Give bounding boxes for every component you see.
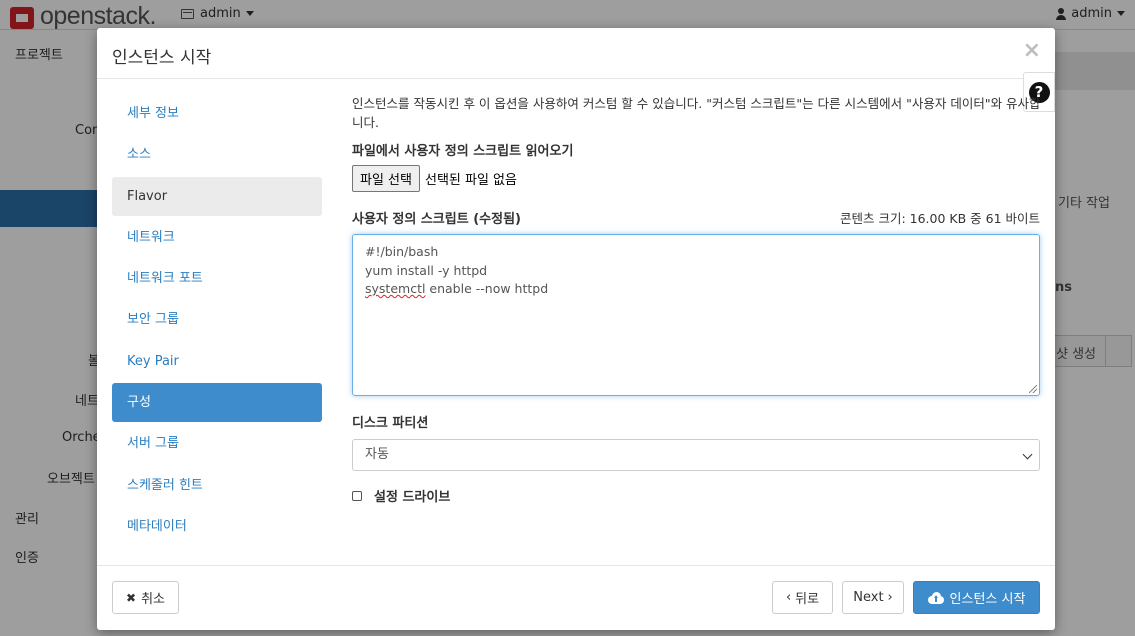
- config-drive-checkbox[interactable]: [352, 490, 362, 501]
- chevron-down-icon: [1022, 449, 1033, 460]
- misspelled-word: systemctl: [365, 281, 426, 296]
- wizard-step-key-pair[interactable]: Key Pair: [112, 342, 322, 381]
- chevron-left-icon: ‹: [785, 590, 792, 605]
- wizard-step-server-groups[interactable]: 서버 그룹: [112, 424, 322, 463]
- script-header-row: 사용자 정의 스크립트 (수정됨) 콘텐츠 크기: 16.00 KB 중 61 …: [352, 208, 1040, 227]
- content-size-text: 콘텐츠 크기: 16.00 KB 중 61 바이트: [839, 211, 1040, 226]
- launch-instance-button[interactable]: 인스턴스 시작: [913, 581, 1040, 614]
- custom-script-textarea[interactable]: #!/bin/bash yum install -y httpd systemc…: [352, 234, 1040, 396]
- disk-partition-value: 자동: [365, 447, 389, 462]
- back-label: 뒤로: [795, 592, 820, 607]
- wizard-step-network-ports[interactable]: 네트워크 포트: [112, 259, 322, 298]
- custom-script-label: 사용자 정의 스크립트 (수정됨): [352, 212, 521, 227]
- file-status-text: 선택된 파일 없음: [424, 173, 517, 188]
- script-line-rest: enable --now httpd: [425, 281, 549, 296]
- config-drive-row: 설정 드라이브: [352, 486, 1040, 505]
- wizard-nav: 세부 정보 소스 Flavor 네트워크 네트워크 포트 보안 그룹 Key P…: [112, 94, 322, 548]
- config-drive-label[interactable]: 설정 드라이브: [374, 486, 450, 505]
- wizard-step-networks[interactable]: 네트워크: [112, 218, 322, 257]
- launch-instance-modal: 인스턴스 시작 × ? 세부 정보 소스 Flavor 네트워크 네트워크 포트…: [97, 28, 1055, 630]
- modal-title: 인스턴스 시작: [112, 48, 212, 68]
- choose-file-button[interactable]: 파일 선택: [352, 165, 420, 192]
- close-icon: ✖: [126, 590, 137, 605]
- resize-handle[interactable]: [1029, 385, 1037, 393]
- cloud-upload-icon: [927, 591, 944, 604]
- script-line: yum install -y httpd: [365, 262, 488, 278]
- file-input-row: 파일 선택 선택된 파일 없음: [352, 165, 1040, 192]
- file-load-label: 파일에서 사용자 정의 스크립트 읽어오기: [352, 144, 574, 159]
- configuration-panel: 인스턴스를 작동시킨 후 이 옵션을 사용하여 커스텀 할 수 있습니다. "커…: [352, 94, 1041, 505]
- cancel-label: 취소: [141, 592, 165, 607]
- wizard-step-configuration[interactable]: 구성: [112, 383, 322, 423]
- wizard-step-flavor[interactable]: Flavor: [112, 176, 322, 216]
- script-line: systemctl enable --now httpd: [365, 280, 1027, 299]
- modal-footer: ✖ 취소 ‹ 뒤로 Next › 인스턴스 시작: [97, 565, 1055, 630]
- wizard-step-metadata[interactable]: 메타데이터: [112, 507, 322, 546]
- wizard-step-scheduler-hints[interactable]: 스케줄러 힌트: [112, 466, 322, 505]
- cancel-button[interactable]: ✖ 취소: [112, 581, 179, 614]
- wizard-step-security-groups[interactable]: 보안 그룹: [112, 300, 322, 339]
- next-button[interactable]: Next ›: [842, 581, 904, 614]
- disk-partition-select[interactable]: 자동: [352, 439, 1040, 471]
- chevron-right-icon: ›: [887, 590, 893, 605]
- wizard-step-details[interactable]: 세부 정보: [112, 94, 322, 133]
- close-icon[interactable]: ×: [1023, 40, 1041, 62]
- configuration-description: 인스턴스를 작동시킨 후 이 옵션을 사용하여 커스텀 할 수 있습니다. "커…: [352, 96, 1041, 130]
- disk-partition-label: 디스크 파티션: [352, 416, 429, 431]
- wizard-step-source[interactable]: 소스: [112, 135, 322, 174]
- modal-header: 인스턴스 시작 ×: [97, 28, 1055, 79]
- back-button[interactable]: ‹ 뒤로: [772, 581, 833, 614]
- next-label: Next: [853, 590, 884, 605]
- script-line: #!/bin/bash: [365, 244, 439, 259]
- launch-label: 인스턴스 시작: [949, 592, 1026, 607]
